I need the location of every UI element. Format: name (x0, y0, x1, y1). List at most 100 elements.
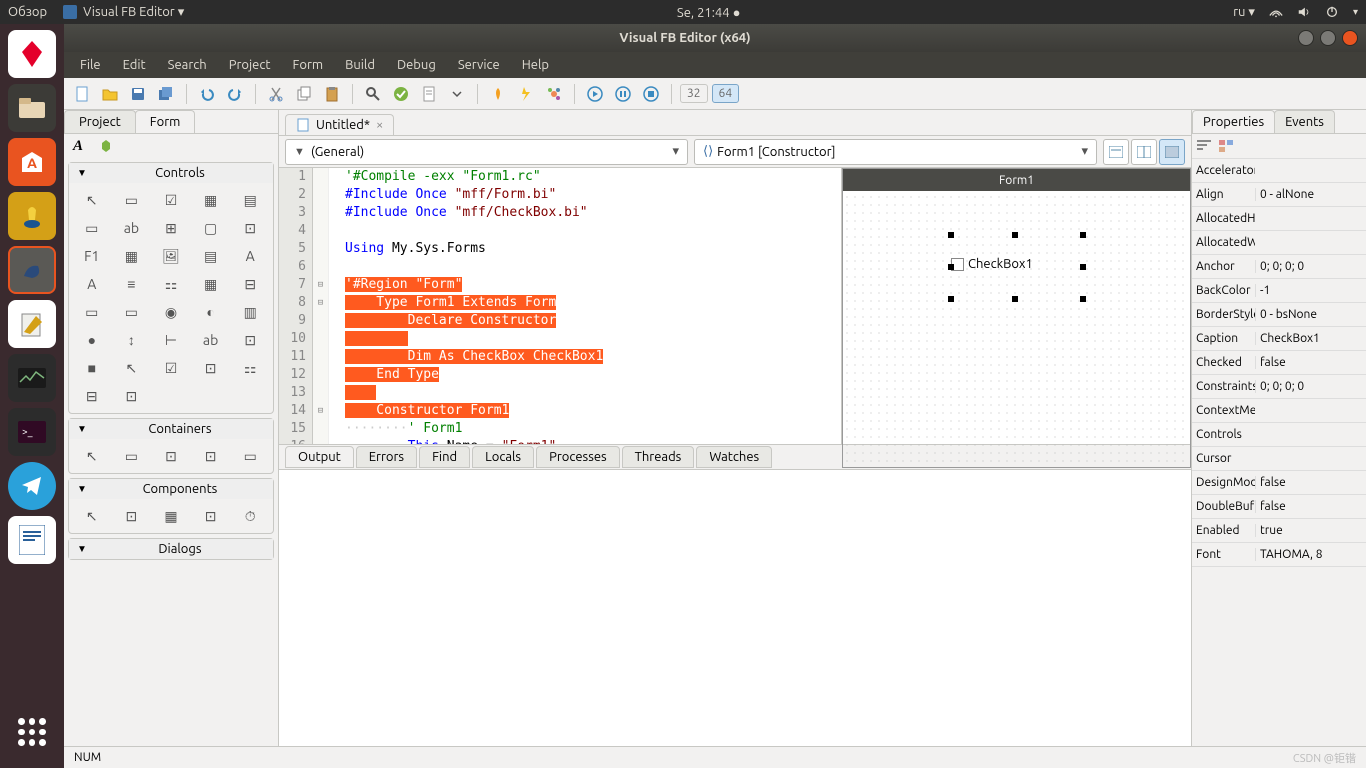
output-panel[interactable] (279, 470, 1191, 746)
toolbox-control[interactable]: ⚏ (152, 271, 190, 297)
toolbox-control[interactable]: ▤ (231, 187, 269, 213)
bottom-tab-errors[interactable]: Errors (356, 446, 417, 468)
toolbox-control[interactable]: ⊢ (152, 327, 190, 353)
toolbox-control[interactable]: F1 (73, 243, 111, 269)
property-row[interactable]: Controls (1192, 423, 1366, 447)
form-tab[interactable]: Form (135, 110, 196, 133)
document-button[interactable] (417, 82, 441, 106)
text-tool-icon[interactable]: A (68, 138, 88, 154)
open-file-button[interactable] (98, 82, 122, 106)
menu-service[interactable]: Service (448, 55, 510, 75)
new-file-button[interactable] (70, 82, 94, 106)
compile-button[interactable] (486, 82, 510, 106)
property-row[interactable]: Checkedfalse (1192, 351, 1366, 375)
events-tab[interactable]: Events (1274, 110, 1335, 133)
window-close-button[interactable] (1342, 30, 1358, 46)
property-row[interactable]: CaptionCheckBox1 (1192, 327, 1366, 351)
view-form-button[interactable] (1159, 139, 1185, 165)
toolbox-control[interactable]: ⊡ (192, 355, 230, 381)
launcher-telegram[interactable] (8, 462, 56, 510)
bottom-tab-processes[interactable]: Processes (536, 446, 620, 468)
toolbox-control[interactable]: ⊟ (231, 271, 269, 297)
menu-form[interactable]: Form (283, 55, 334, 75)
toolbox-control[interactable]: ⊟ (73, 383, 111, 409)
stop-button[interactable] (639, 82, 663, 106)
toolbox-component[interactable]: ⊡ (113, 503, 151, 529)
sound-icon[interactable] (1297, 5, 1311, 19)
bottom-tab-find[interactable]: Find (419, 446, 470, 468)
toolbox-container[interactable]: ▭ (113, 443, 151, 469)
menu-help[interactable]: Help (512, 55, 559, 75)
save-all-button[interactable] (154, 82, 178, 106)
find-button[interactable] (361, 82, 385, 106)
dropdown-button[interactable] (445, 82, 469, 106)
toolbox-control[interactable]: ▭ (73, 215, 111, 241)
toolbox-component[interactable]: ⏱ (231, 503, 269, 529)
property-row[interactable]: Constraints0; 0; 0; 0 (1192, 375, 1366, 399)
menu-build[interactable]: Build (335, 55, 385, 75)
toolbox-control[interactable]: ▦ (192, 187, 230, 213)
toolbox-control[interactable]: A (73, 271, 111, 297)
properties-tab[interactable]: Properties (1192, 110, 1275, 133)
toolbox-control[interactable]: ⊞ (152, 215, 190, 241)
launcher-monitor[interactable] (8, 354, 56, 402)
activities-button[interactable]: Обзор (8, 5, 47, 20)
bits-32-button[interactable]: 32 (680, 84, 708, 103)
property-row[interactable]: DoubleBufferedfalse (1192, 495, 1366, 519)
checkbox-control[interactable]: CheckBox1 (951, 257, 1033, 271)
network-icon[interactable] (1269, 5, 1283, 19)
toolbox-control[interactable]: ▥ (231, 299, 269, 325)
launcher-terminal[interactable]: >_ (8, 408, 56, 456)
window-minimize-button[interactable] (1298, 30, 1314, 46)
property-row[interactable]: AllocatedHeight (1192, 207, 1366, 231)
prop-cat-icon[interactable] (1218, 138, 1234, 154)
window-maximize-button[interactable] (1320, 30, 1336, 46)
file-tab-untitled[interactable]: Untitled* × (285, 114, 394, 135)
toolbox-container[interactable]: ⊡ (192, 443, 230, 469)
toolbox-control[interactable]: ▤ (192, 243, 230, 269)
toolbox-control[interactable]: ☑ (152, 355, 190, 381)
view-split-button[interactable] (1131, 139, 1157, 165)
toolbox-component[interactable]: ▦ (152, 503, 190, 529)
component-icon[interactable] (96, 138, 116, 154)
property-row[interactable]: AllocatedWidth (1192, 231, 1366, 255)
property-row[interactable]: BorderStyle0 - bsNone (1192, 303, 1366, 327)
redo-button[interactable] (223, 82, 247, 106)
launcher-browser[interactable] (8, 30, 56, 78)
toolbox-control[interactable]: ▭ (113, 299, 151, 325)
toolbox-control[interactable]: ▦ (192, 271, 230, 297)
toolbox-control[interactable]: ⊡ (231, 327, 269, 353)
property-row[interactable]: BackColor-1 (1192, 279, 1366, 303)
bits-64-button[interactable]: 64 (712, 84, 740, 103)
launcher-apps-grid[interactable] (8, 708, 56, 756)
toolbox-control[interactable]: ab (192, 327, 230, 353)
keyboard-lang-indicator[interactable]: ru ▾ (1233, 5, 1255, 20)
clock[interactable]: Se, 21:44 ● (677, 6, 741, 20)
bottom-tab-threads[interactable]: Threads (622, 446, 695, 468)
property-row[interactable]: Align0 - alNone (1192, 183, 1366, 207)
property-row[interactable]: Cursor (1192, 447, 1366, 471)
toolbox-control[interactable]: ▦ (113, 243, 151, 269)
toolbox-control[interactable]: A (231, 243, 269, 269)
procedure-combo[interactable]: ⟨⟩Form1 [Constructor]▾ (694, 139, 1097, 165)
quick-run-button[interactable] (514, 82, 538, 106)
toolbox-control[interactable]: ↖ (73, 187, 111, 213)
bottom-tab-locals[interactable]: Locals (472, 446, 534, 468)
form-designer[interactable]: Form1 CheckBox1 (841, 168, 1191, 444)
cut-button[interactable] (264, 82, 288, 106)
toolbox-container[interactable]: ↖ (73, 443, 111, 469)
close-tab-button[interactable]: × (376, 118, 383, 132)
toolbox-component[interactable]: ⊡ (192, 503, 230, 529)
toolbox-control[interactable]: ab (113, 215, 151, 241)
property-row[interactable]: FontTAHOMA, 8 (1192, 543, 1366, 567)
toolbox-control[interactable]: ⊡ (113, 383, 151, 409)
launcher-writer[interactable] (8, 516, 56, 564)
property-row[interactable]: DesignModefalse (1192, 471, 1366, 495)
check-button[interactable] (389, 82, 413, 106)
toolbox-control[interactable]: ↖ (113, 355, 151, 381)
undo-button[interactable] (195, 82, 219, 106)
view-code-button[interactable] (1103, 139, 1129, 165)
scope-combo[interactable]: ▼(General)▾ (285, 139, 688, 165)
copy-button[interactable] (292, 82, 316, 106)
save-button[interactable] (126, 82, 150, 106)
